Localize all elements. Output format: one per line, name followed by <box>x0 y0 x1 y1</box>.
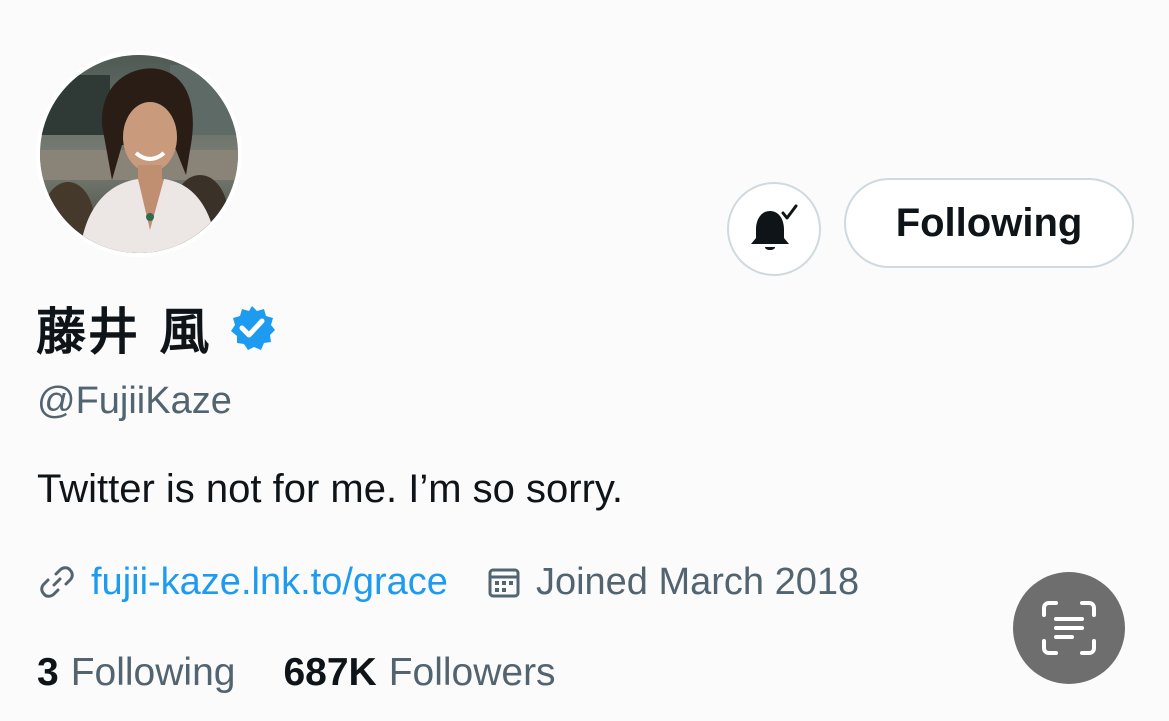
text-scan-icon <box>1042 601 1096 655</box>
verified-badge-icon[interactable] <box>227 303 277 353</box>
joined-date-item: Joined March 2018 <box>448 561 859 604</box>
followers-count: 687K <box>283 651 377 694</box>
follow-stats: 3 Following 687K Followers <box>37 645 556 701</box>
profile-meta: fujii-kaze.lnk.to/grace Joined March 201… <box>37 555 859 609</box>
display-name: 藤井 風 <box>36 303 212 361</box>
text-scan-button[interactable] <box>1013 572 1125 684</box>
user-handle: @FujiiKaze <box>37 380 232 422</box>
name-row: 藤井 風 <box>36 296 277 361</box>
following-button[interactable]: Following <box>844 178 1134 268</box>
profile-link[interactable]: fujii-kaze.lnk.to/grace <box>91 561 448 604</box>
profile-bio: Twitter is not for me. I’m so sorry. <box>37 467 624 511</box>
link-icon <box>37 562 77 602</box>
followers-count-label: Followers <box>388 651 556 694</box>
following-count-link[interactable]: 3 Following <box>37 651 235 695</box>
avatar[interactable] <box>40 55 238 253</box>
following-count: 3 <box>37 651 59 694</box>
avatar-photo <box>40 55 238 253</box>
bell-check-icon <box>751 204 798 250</box>
followers-count-link[interactable]: 687K Followers <box>283 651 555 695</box>
notifications-button[interactable] <box>727 182 821 276</box>
profile-link-item: fujii-kaze.lnk.to/grace <box>37 561 448 604</box>
following-button-label: Following <box>895 200 1083 245</box>
joined-date: Joined March 2018 <box>535 560 860 603</box>
following-count-label: Following <box>70 651 236 694</box>
profile-header: Following 藤井 風 @FujiiKaze Twitter is not… <box>0 0 1169 721</box>
calendar-icon <box>486 564 522 600</box>
